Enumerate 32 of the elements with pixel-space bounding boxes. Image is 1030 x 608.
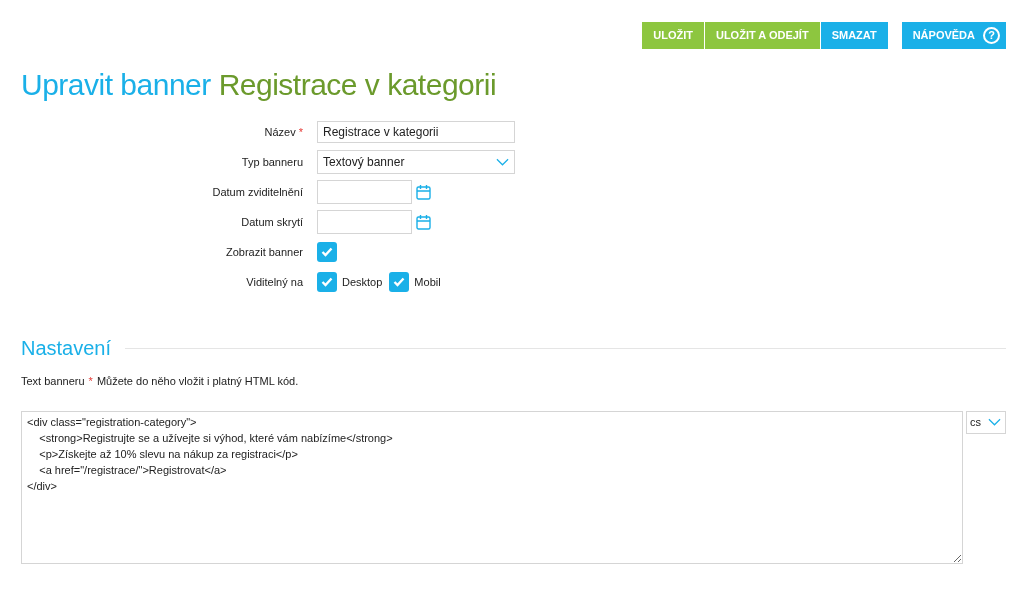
page-title-prefix: Upravit banner: [21, 68, 211, 101]
date-input[interactable]: [317, 210, 412, 234]
field-label: Datum zviditelnění: [212, 184, 303, 200]
checkbox[interactable]: [317, 242, 337, 262]
field-label: Datum skrytí: [241, 214, 303, 230]
chevron-down-icon: [988, 418, 1001, 426]
chevron-down-icon: [496, 158, 509, 166]
checkbox[interactable]: [317, 272, 337, 292]
required-mark: *: [88, 374, 93, 389]
calendar-icon[interactable]: [416, 214, 431, 230]
field-label: Viditelný na: [246, 274, 303, 290]
checkbox-label: Desktop: [342, 274, 383, 290]
checkmark-icon: [393, 277, 406, 287]
checkmark-icon: [321, 247, 333, 257]
hint-text: Můžete do něho vložit i platný HTML kód.: [96, 374, 299, 389]
checkmark-icon: [321, 277, 333, 287]
section-title: Nastavení: [21, 336, 112, 361]
name-input[interactable]: Registrace v kategorii: [317, 121, 515, 143]
language-select[interactable]: cs: [966, 410, 1006, 434]
type-select[interactable]: Textový banner: [317, 150, 515, 174]
calendar-icon[interactable]: [416, 184, 431, 200]
page-title-name: Registrace v kategorii: [218, 68, 497, 101]
checkbox[interactable]: [389, 272, 410, 292]
field-label: Typ banneru: [241, 154, 303, 170]
checkbox-label: Mobil: [414, 274, 441, 290]
help-icon: ?: [983, 27, 1000, 44]
date-input[interactable]: [317, 180, 412, 204]
code-editor[interactable]: <div class="registration-category"> <strong>Registrujte se a užívejte si výhod, které vám nabízíme</strong> <p>Získejte až 10% slevu na nákup za registraci</p> <a href="/registrace/">Registrovat</a> </div>: [21, 410, 963, 564]
field-label: Text banneru: [21, 374, 85, 389]
required-mark: *: [298, 124, 303, 140]
field-label: Zobrazit banner: [225, 244, 303, 260]
field-label: Název: [264, 124, 296, 140]
